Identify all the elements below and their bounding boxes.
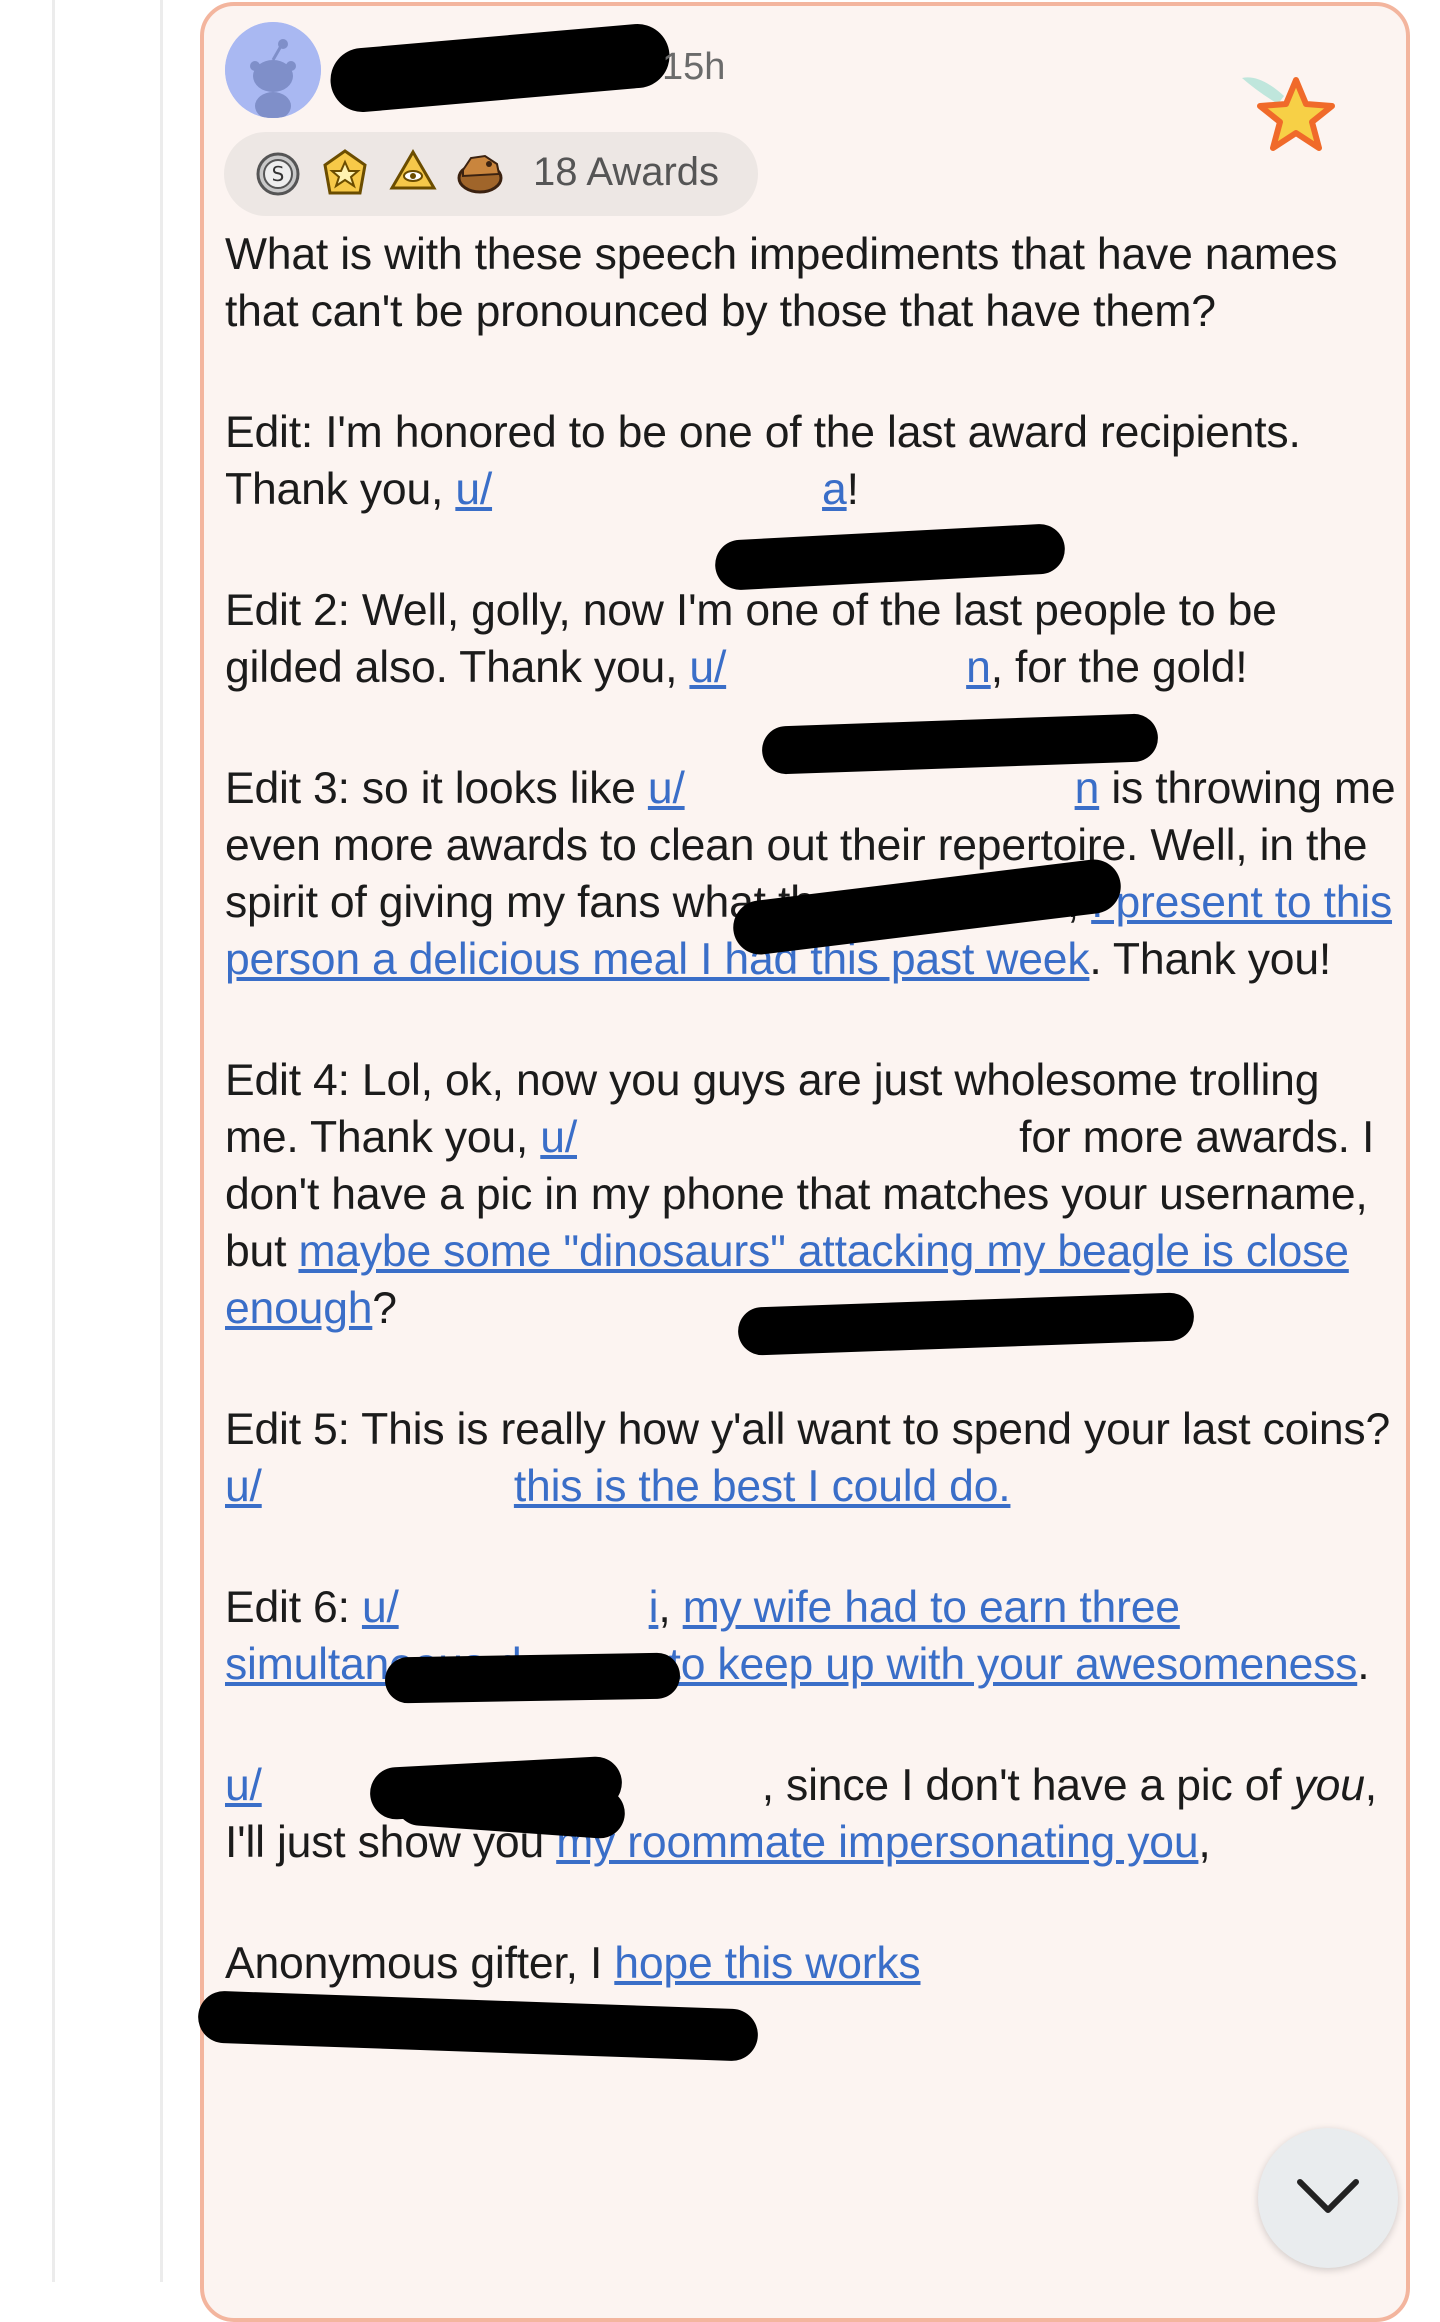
svg-text:S: S: [272, 162, 285, 186]
user-link-prefix: u/: [455, 465, 493, 514]
paragraph-text: . Thank you!: [1089, 935, 1332, 984]
user-link-suffix: i: [648, 1583, 659, 1632]
thread-line: [52, 0, 55, 2282]
comment-paragraph: What is with these speech impediments th…: [225, 226, 1400, 340]
comment-paragraph: Edit: I'm honored to be one of the last …: [225, 404, 1400, 518]
awards-count: 18 Awards: [533, 150, 720, 194]
user-link-suffix: a: [822, 465, 847, 514]
redaction-mark: [384, 1652, 681, 1704]
user-link-prefix: u/: [225, 1761, 262, 1810]
paragraph-text: Edit 5: This is really how y'all want to…: [225, 1405, 1390, 1454]
snoo-avatar-icon: [225, 22, 321, 118]
comment-paragraph: Anonymous gifter, I hope this works: [225, 1935, 1400, 1992]
user-link-suffix: n: [966, 643, 991, 692]
paragraph-text: ,: [658, 1583, 671, 1632]
dinosaur-award-icon: [457, 154, 503, 194]
paragraph-text: Edit 3: so it looks like: [225, 764, 636, 813]
comment-paragraph: Edit 3: so it looks like u/n is throwing…: [225, 760, 1400, 988]
user-link[interactable]: u/i: [361, 1583, 659, 1632]
user-link-prefix: u/: [225, 1462, 262, 1511]
scroll-down-button[interactable]: [1258, 2128, 1398, 2268]
paragraph-text: Anonymous gifter, I: [225, 1939, 603, 1988]
paragraph-text: , for the gold!: [990, 643, 1248, 692]
user-link[interactable]: u/n: [689, 643, 990, 692]
user-link-prefix: u/: [647, 764, 685, 813]
user-link[interactable]: u/n: [648, 764, 1099, 813]
paragraph-text: ,: [1198, 1818, 1211, 1867]
helpful-award-icon: [323, 149, 367, 195]
avatar[interactable]: [225, 22, 321, 118]
comment-paragraph: Edit 2: Well, golly, now I'm one of the …: [225, 582, 1400, 696]
user-link-prefix: u/: [361, 1583, 399, 1632]
thread-line: [160, 0, 163, 2282]
paragraph-text: What is with these speech impediments th…: [225, 230, 1338, 336]
paragraph-text: ?: [372, 1284, 397, 1333]
user-link-prefix: u/: [689, 643, 727, 692]
paragraph-text: !: [846, 465, 859, 514]
paragraph-text: , since I don't have a pic of: [761, 1761, 1282, 1810]
user-link[interactable]: u/: [225, 1462, 502, 1511]
paragraph-text: .: [1357, 1640, 1370, 1689]
paragraph-text: Edit 6:: [225, 1583, 350, 1632]
user-link-prefix: u/: [540, 1113, 577, 1162]
comment-paragraph: Edit 4: Lol, ok, now you guys are just w…: [225, 1052, 1400, 1337]
user-link[interactable]: u/: [540, 1113, 1007, 1162]
hope-this-works-link[interactable]: hope this works: [614, 1939, 920, 1988]
emphasis-text: you: [1293, 1761, 1365, 1810]
star-badge-icon: [1242, 77, 1335, 151]
user-link-suffix: n: [1074, 764, 1100, 813]
comment-paragraph: Edit 5: This is really how y'all want to…: [225, 1401, 1400, 1515]
best-i-could-do-link[interactable]: this is the best I could do.: [514, 1462, 1011, 1511]
comment-time: 15h: [662, 46, 726, 88]
roommate-link[interactable]: my roommate impersonating you: [556, 1818, 1198, 1867]
user-link[interactable]: u/a: [455, 465, 846, 514]
chevron-down-icon: [1297, 2179, 1359, 2213]
all-seeing-upvote-icon: [389, 149, 437, 190]
silver-award-icon: S: [256, 152, 300, 196]
